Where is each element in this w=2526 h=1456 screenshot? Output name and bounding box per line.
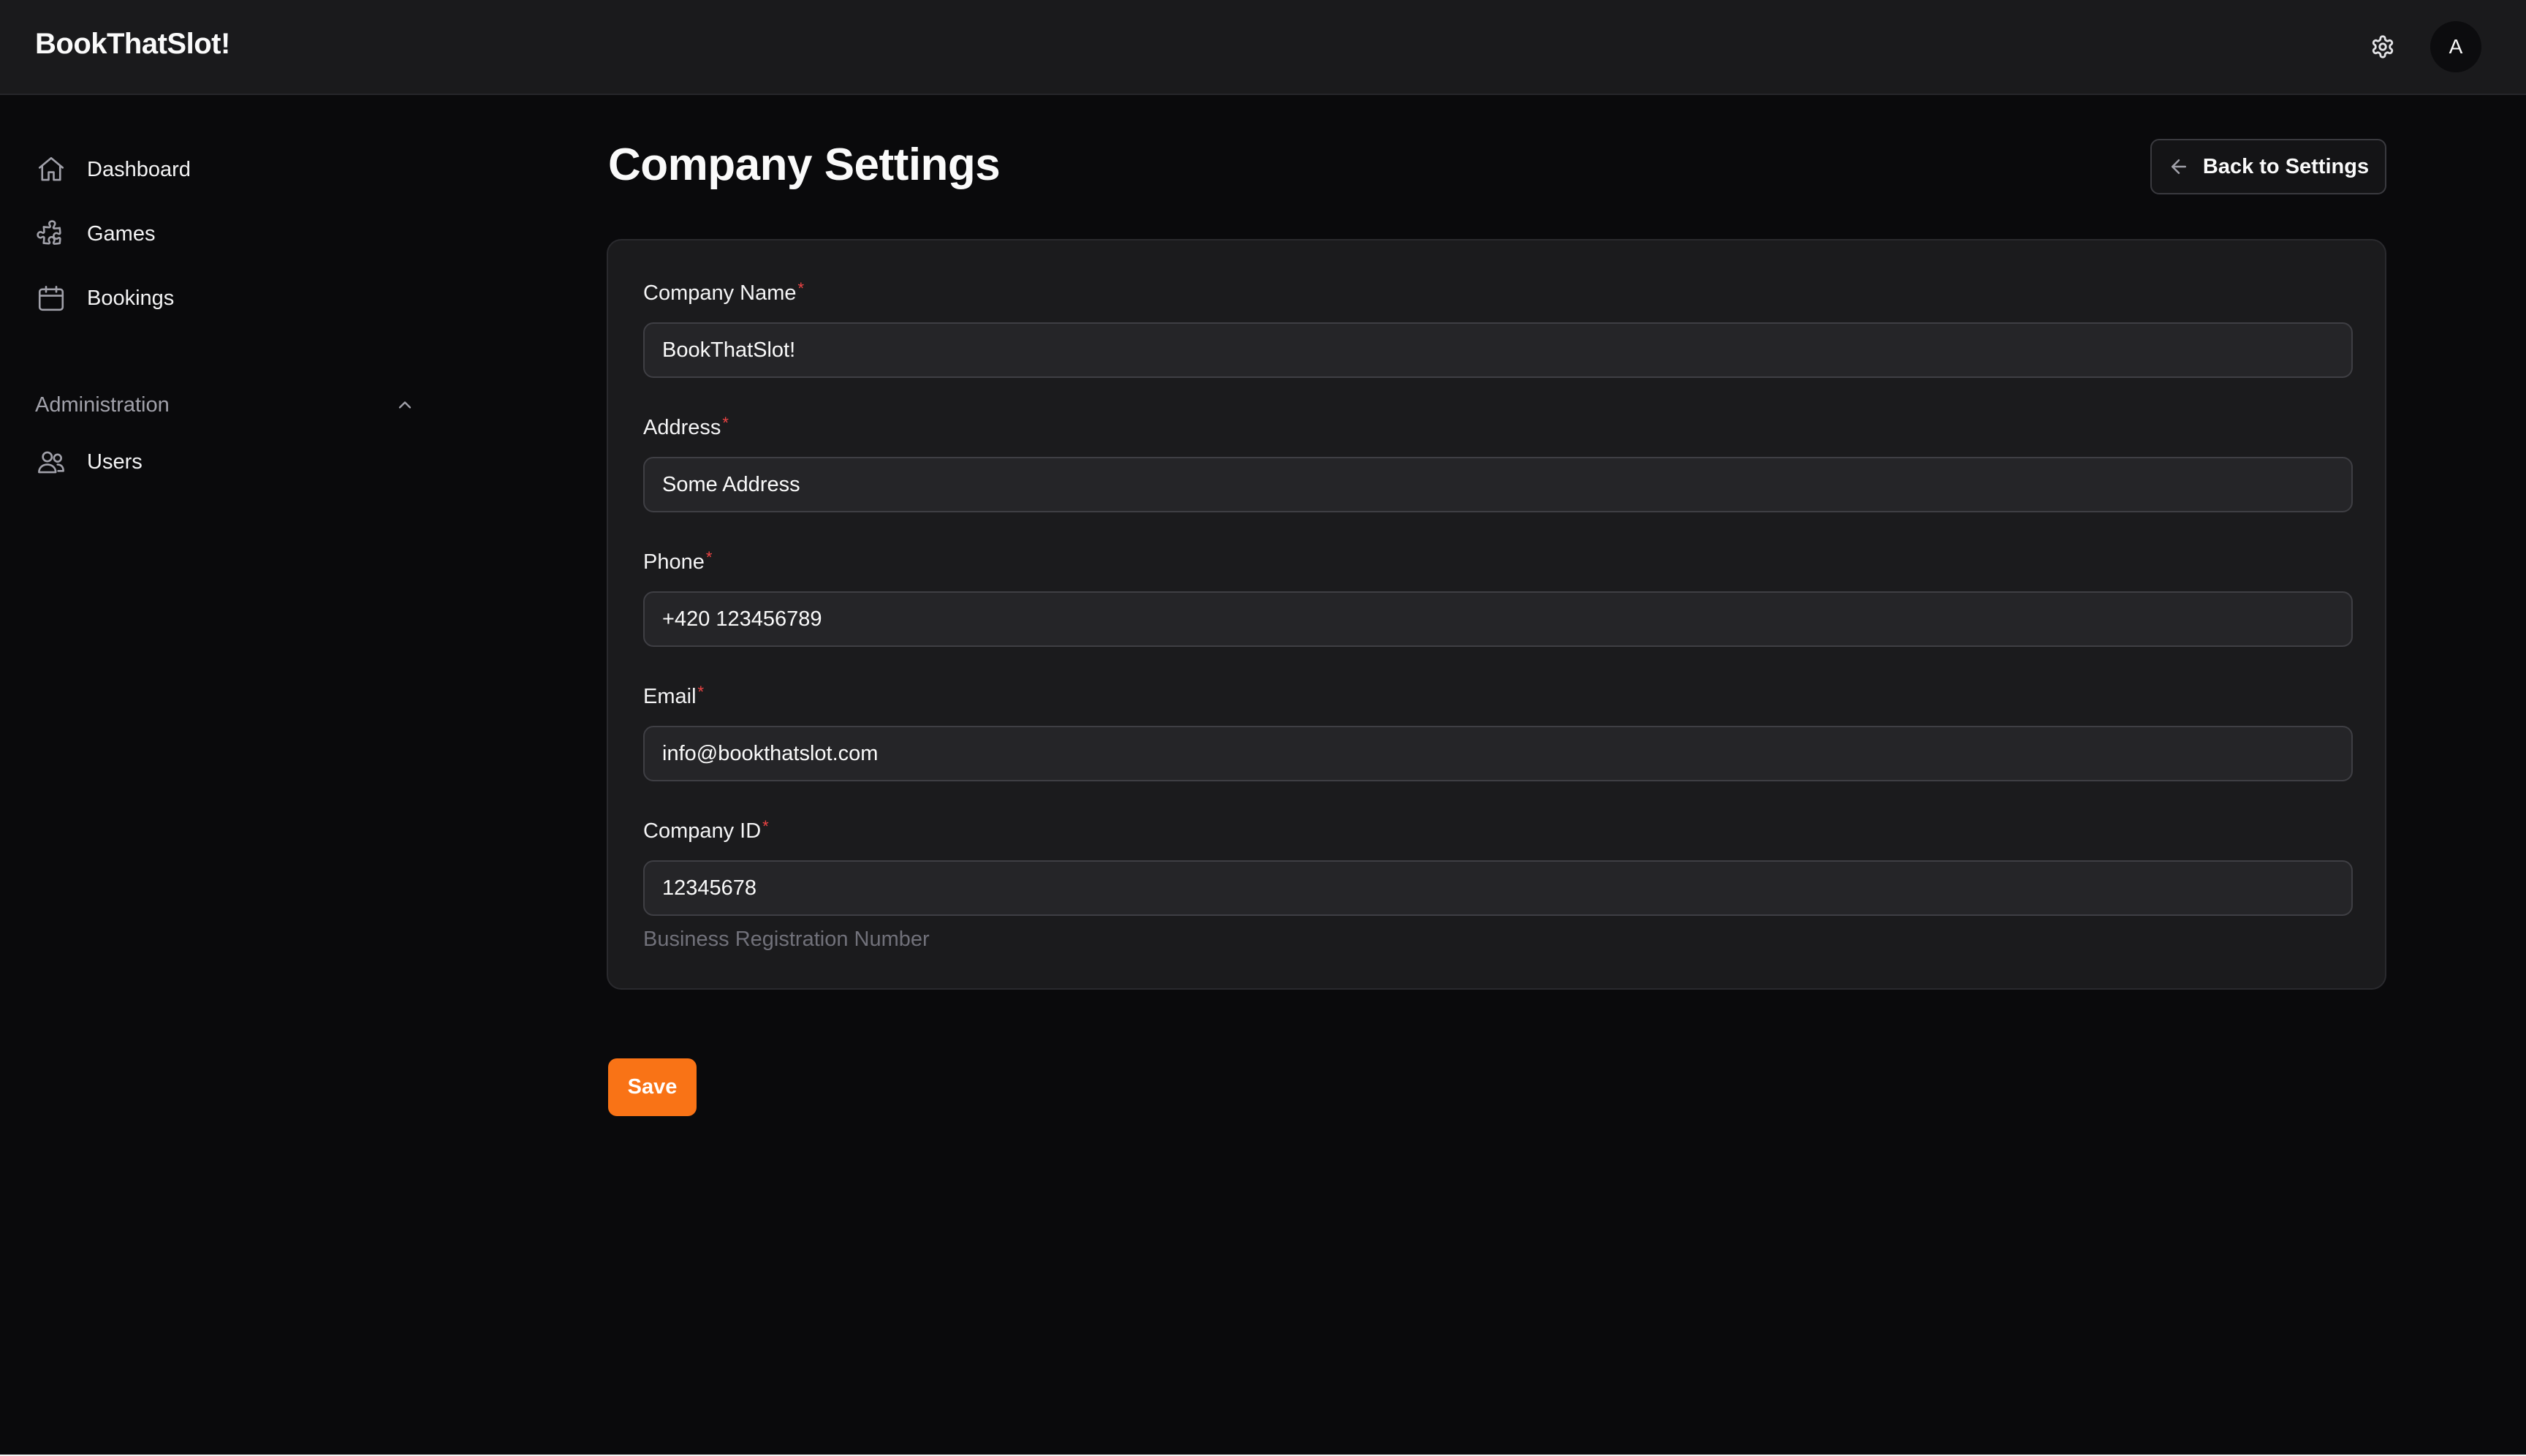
email-field: Email* bbox=[643, 682, 2353, 781]
required-marker: * bbox=[797, 279, 805, 297]
calendar-icon bbox=[35, 282, 67, 314]
users-icon bbox=[35, 446, 67, 478]
field-label: Company ID* bbox=[643, 816, 2353, 846]
company-name-input[interactable] bbox=[643, 322, 2353, 378]
sidebar: Dashboard Games Bookings Administration … bbox=[0, 96, 453, 1456]
sidebar-item-label: Games bbox=[87, 221, 156, 246]
chevron-up-icon bbox=[398, 401, 411, 409]
field-label-text: Phone bbox=[643, 550, 705, 574]
app-logo[interactable]: BookThatSlot! bbox=[35, 28, 230, 61]
phone-field: Phone* bbox=[643, 547, 2353, 647]
company-id-input[interactable] bbox=[643, 860, 2353, 916]
puzzle-icon bbox=[35, 218, 67, 250]
back-button-label: Back to Settings bbox=[2202, 154, 2370, 178]
home-icon bbox=[35, 153, 67, 186]
section-administration-toggle[interactable]: Administration bbox=[35, 383, 430, 427]
arrow-left-icon bbox=[2171, 159, 2186, 174]
back-to-settings-button[interactable]: Back to Settings bbox=[2150, 139, 2386, 194]
address-field: Address* bbox=[643, 413, 2353, 512]
required-marker: * bbox=[697, 683, 705, 701]
required-marker: * bbox=[762, 817, 769, 835]
field-label-text: Email bbox=[643, 685, 697, 708]
sidebar-item-bookings[interactable]: Bookings bbox=[35, 276, 430, 320]
field-label-text: Address bbox=[643, 416, 721, 439]
field-label: Email* bbox=[643, 682, 2353, 711]
field-hint: Business Registration Number bbox=[643, 928, 930, 951]
required-marker: * bbox=[722, 414, 729, 432]
field-label: Company Name* bbox=[643, 278, 2353, 308]
address-input[interactable] bbox=[643, 457, 2353, 512]
page-title: Company Settings bbox=[608, 140, 1001, 190]
settings-button[interactable] bbox=[2367, 31, 2399, 63]
user-avatar[interactable]: A bbox=[2430, 21, 2481, 72]
sidebar-item-label: Dashboard bbox=[87, 157, 191, 181]
field-label-text: Company Name bbox=[643, 281, 797, 305]
field-label: Address* bbox=[643, 413, 2353, 442]
company-settings-form: Company Name* Address* Phone* Email* Com… bbox=[607, 239, 2386, 990]
company-id-field: Company ID* Business Registration Number bbox=[643, 816, 2353, 952]
company-name-field: Company Name* bbox=[643, 278, 2353, 378]
save-button[interactable]: Save bbox=[608, 1058, 697, 1116]
field-label: Phone* bbox=[643, 547, 2353, 577]
sidebar-item-games[interactable]: Games bbox=[35, 212, 430, 256]
sidebar-item-dashboard[interactable]: Dashboard bbox=[35, 148, 430, 192]
sidebar-item-users[interactable]: Users bbox=[35, 440, 430, 484]
top-header: BookThatSlot! A bbox=[0, 0, 2526, 95]
field-label-text: Company ID bbox=[643, 819, 762, 843]
sidebar-item-label: Users bbox=[87, 450, 143, 474]
required-marker: * bbox=[705, 548, 713, 566]
phone-input[interactable] bbox=[643, 591, 2353, 647]
email-input[interactable] bbox=[643, 726, 2353, 781]
section-label: Administration bbox=[35, 393, 170, 417]
gear-icon bbox=[2372, 35, 2394, 58]
sidebar-item-label: Bookings bbox=[87, 286, 175, 310]
